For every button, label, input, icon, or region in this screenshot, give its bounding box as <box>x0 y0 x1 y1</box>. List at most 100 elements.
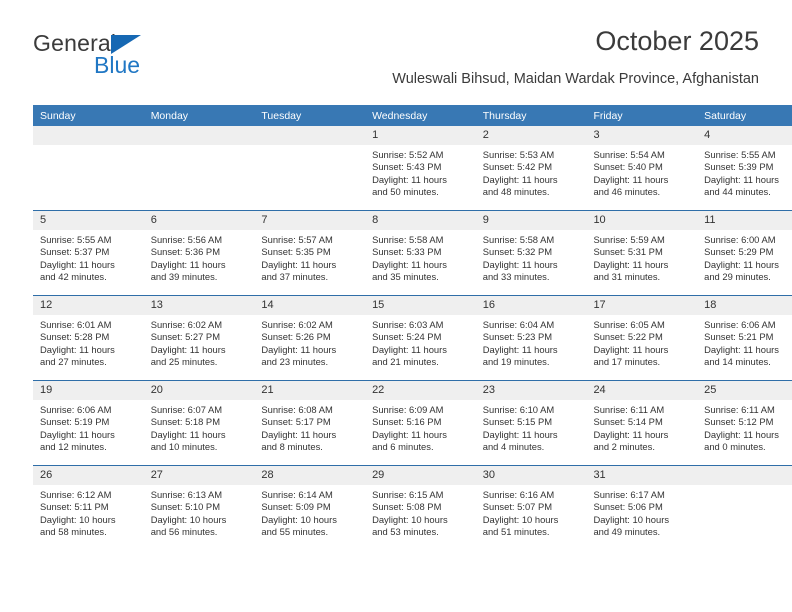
daylight-duration-line1: Daylight: 11 hours <box>372 258 447 270</box>
day-details: Sunrise: 6:00 AM Sunset: 5:29 PM Daylight:… <box>697 230 792 284</box>
daylight-duration-line1: Daylight: 11 hours <box>482 258 558 270</box>
day-number: 2 <box>475 126 587 145</box>
calendar-week-row: 26 Sunrise: 6:12 AM Sunset: 5:11 PM Dayligh… <box>33 465 792 550</box>
calendar-day-cell[interactable]: 3 Sunrise: 5:54 AM Sunset: 5:40 PM Daylight… <box>586 126 698 211</box>
sunset-time: Sunset: 5:08 PM <box>372 501 442 513</box>
calendar-day-cell[interactable]: 5 Sunrise: 5:55 AM Sunset: 5:37 PM Daylight… <box>33 210 144 296</box>
sunset-time: Sunset: 5:29 PM <box>704 246 774 258</box>
calendar-day-cell[interactable]: 6 Sunrise: 5:56 AM Sunset: 5:36 PM Daylight… <box>143 210 255 296</box>
day-details: Sunrise: 6:06 AM Sunset: 5:21 PM Daylight:… <box>697 315 792 369</box>
day-details: Sunrise: 6:03 AM Sunset: 5:24 PM Daylight:… <box>365 315 476 369</box>
daylight-duration-line2: and 6 minutes. <box>372 441 434 453</box>
weekday-header-sunday: Sunday <box>33 105 144 126</box>
calendar-day-cell[interactable]: 17 Sunrise: 6:05 AM Sunset: 5:22 PM Dayligh… <box>586 295 698 381</box>
daylight-duration-line2: and 29 minutes. <box>704 271 771 283</box>
sunset-time: Sunset: 5:39 PM <box>704 161 774 173</box>
calendar-day-cell[interactable]: 1 Sunrise: 5:52 AM Sunset: 5:43 PM Daylight… <box>365 126 476 211</box>
day-details: Sunrise: 5:58 AM Sunset: 5:33 PM Daylight:… <box>365 230 476 284</box>
day-number: 23 <box>475 381 587 400</box>
day-number: 13 <box>143 296 255 315</box>
calendar-day-cell[interactable]: 20 Sunrise: 6:07 AM Sunset: 5:18 PM Dayligh… <box>143 380 255 466</box>
calendar-day-cell[interactable]: 13 Sunrise: 6:02 AM Sunset: 5:27 PM Dayligh… <box>143 295 255 381</box>
calendar-day-cell[interactable]: 28 Sunrise: 6:14 AM Sunset: 5:09 PM Dayligh… <box>254 465 366 550</box>
calendar-day-cell-empty <box>33 126 144 211</box>
sunset-time: Sunset: 5:33 PM <box>372 246 442 258</box>
calendar-day-cell[interactable]: 29 Sunrise: 6:15 AM Sunset: 5:08 PM Dayligh… <box>365 465 476 550</box>
daylight-duration-line2: and 51 minutes. <box>482 526 550 538</box>
calendar-week-row: 19 Sunrise: 6:06 AM Sunset: 5:19 PM Dayligh… <box>33 380 792 466</box>
daylight-duration-line1: Daylight: 11 hours <box>372 428 447 440</box>
general-blue-logo[interactable]: General Blue <box>33 30 233 82</box>
sunset-time: Sunset: 5:31 PM <box>593 246 663 258</box>
day-number: 26 <box>33 466 144 485</box>
daylight-duration-line1: Daylight: 10 hours <box>482 513 559 525</box>
calendar-day-cell[interactable]: 16 Sunrise: 6:04 AM Sunset: 5:23 PM Dayligh… <box>475 295 587 381</box>
calendar-day-cell[interactable]: 30 Sunrise: 6:16 AM Sunset: 5:07 PM Dayligh… <box>475 465 587 550</box>
sunrise-time: Sunrise: 5:55 AM <box>40 234 112 245</box>
day-number: 8 <box>365 211 476 230</box>
sunrise-time: Sunrise: 6:12 AM <box>40 489 112 500</box>
day-number: 14 <box>254 296 366 315</box>
sunrise-time: Sunrise: 6:05 AM <box>593 319 665 330</box>
day-details: Sunrise: 6:09 AM Sunset: 5:16 PM Daylight:… <box>365 400 476 454</box>
calendar-day-cell[interactable]: 15 Sunrise: 6:03 AM Sunset: 5:24 PM Dayligh… <box>365 295 476 381</box>
calendar-day-cell[interactable]: 25 Sunrise: 6:11 AM Sunset: 5:12 PM Dayligh… <box>697 380 792 466</box>
day-details: Sunrise: 5:52 AM Sunset: 5:43 PM Daylight:… <box>365 145 476 199</box>
daylight-duration-line2: and 31 minutes. <box>593 271 661 283</box>
daylight-duration-line2: and 50 minutes. <box>372 186 439 198</box>
logo-text-blue: Blue <box>94 52 141 78</box>
daylight-duration-line2: and 58 minutes. <box>40 526 107 538</box>
day-number: 20 <box>143 381 255 400</box>
sunset-time: Sunset: 5:11 PM <box>40 501 109 513</box>
daylight-duration-line2: and 37 minutes. <box>261 271 329 283</box>
sunset-time: Sunset: 5:32 PM <box>482 246 553 258</box>
sunset-time: Sunset: 5:36 PM <box>150 246 220 258</box>
calendar-day-cell[interactable]: 2 Sunrise: 5:53 AM Sunset: 5:42 PM Daylight… <box>475 126 587 211</box>
calendar-day-cell[interactable]: 21 Sunrise: 6:08 AM Sunset: 5:17 PM Dayligh… <box>254 380 366 466</box>
weekday-header-friday: Friday <box>586 105 698 126</box>
calendar-day-cell[interactable]: 26 Sunrise: 6:12 AM Sunset: 5:11 PM Dayligh… <box>33 465 144 550</box>
sunrise-time: Sunrise: 6:11 AM <box>593 404 665 415</box>
weekday-header-saturday: Saturday <box>697 105 792 126</box>
calendar-day-cell[interactable]: 12 Sunrise: 6:01 AM Sunset: 5:28 PM Dayligh… <box>33 295 144 381</box>
daylight-duration-line2: and 48 minutes. <box>482 186 550 198</box>
calendar-day-cell[interactable]: 19 Sunrise: 6:06 AM Sunset: 5:19 PM Dayligh… <box>33 380 144 466</box>
calendar-day-cell-empty <box>697 465 792 550</box>
daylight-duration-line1: Daylight: 11 hours <box>261 428 337 440</box>
sunset-time: Sunset: 5:23 PM <box>482 331 553 343</box>
daylight-duration-line1: Daylight: 10 hours <box>372 513 448 525</box>
calendar-day-cell[interactable]: 18 Sunrise: 6:06 AM Sunset: 5:21 PM Dayligh… <box>697 295 792 381</box>
calendar-day-cell[interactable]: 24 Sunrise: 6:11 AM Sunset: 5:14 PM Dayligh… <box>586 380 698 466</box>
sunset-time: Sunset: 5:35 PM <box>261 246 331 258</box>
daylight-duration-line1: Daylight: 11 hours <box>593 343 669 355</box>
calendar-day-cell[interactable]: 27 Sunrise: 6:13 AM Sunset: 5:10 PM Dayligh… <box>143 465 255 550</box>
calendar-day-cell[interactable]: 23 Sunrise: 6:10 AM Sunset: 5:15 PM Dayligh… <box>475 380 587 466</box>
daylight-duration-line1: Daylight: 10 hours <box>261 513 337 525</box>
day-number: 19 <box>33 381 144 400</box>
calendar-day-cell[interactable]: 31 Sunrise: 6:17 AM Sunset: 5:06 PM Dayligh… <box>586 465 698 550</box>
calendar-day-cell[interactable]: 8 Sunrise: 5:58 AM Sunset: 5:33 PM Daylight… <box>365 210 476 296</box>
daylight-duration-line2: and 49 minutes. <box>593 526 661 538</box>
calendar-day-cell[interactable]: 7 Sunrise: 5:57 AM Sunset: 5:35 PM Daylight… <box>254 210 366 296</box>
sunrise-time: Sunrise: 5:57 AM <box>261 234 333 245</box>
calendar-day-cell[interactable]: 10 Sunrise: 5:59 AM Sunset: 5:31 PM Dayligh… <box>586 210 698 296</box>
sunrise-time: Sunrise: 6:06 AM <box>40 404 112 415</box>
calendar-table: Sunday Monday Tuesday Wednesday Thursday Frid… <box>33 105 792 550</box>
calendar-day-cell[interactable]: 22 Sunrise: 6:09 AM Sunset: 5:16 PM Dayligh… <box>365 380 476 466</box>
calendar-day-cell[interactable]: 9 Sunrise: 5:58 AM Sunset: 5:32 PM Daylight… <box>475 210 587 296</box>
day-number: 16 <box>475 296 587 315</box>
sunrise-time: Sunrise: 6:13 AM <box>150 489 223 500</box>
daylight-duration-line2: and 25 minutes. <box>150 356 218 368</box>
calendar-day-cell[interactable]: 11 Sunrise: 6:00 AM Sunset: 5:29 PM Dayligh… <box>697 210 792 296</box>
day-details: Sunrise: 6:10 AM Sunset: 5:15 PM Daylight:… <box>476 400 587 454</box>
day-details: Sunrise: 6:01 AM Sunset: 5:28 PM Daylight:… <box>33 315 144 369</box>
daylight-duration-line1: Daylight: 11 hours <box>482 428 558 440</box>
day-number: 12 <box>33 296 144 315</box>
calendar-day-cell[interactable]: 4 Sunrise: 5:55 AM Sunset: 5:39 PM Daylight… <box>697 126 792 211</box>
calendar-day-cell[interactable]: 14 Sunrise: 6:02 AM Sunset: 5:26 PM Dayligh… <box>254 295 366 381</box>
day-number: 17 <box>586 296 698 315</box>
daylight-duration-line2: and 0 minutes. <box>704 441 766 453</box>
sunset-time: Sunset: 5:15 PM <box>482 416 553 428</box>
day-details: Sunrise: 6:14 AM Sunset: 5:09 PM Daylight:… <box>254 485 365 539</box>
day-details: Sunrise: 6:06 AM Sunset: 5:19 PM Daylight:… <box>33 400 144 454</box>
